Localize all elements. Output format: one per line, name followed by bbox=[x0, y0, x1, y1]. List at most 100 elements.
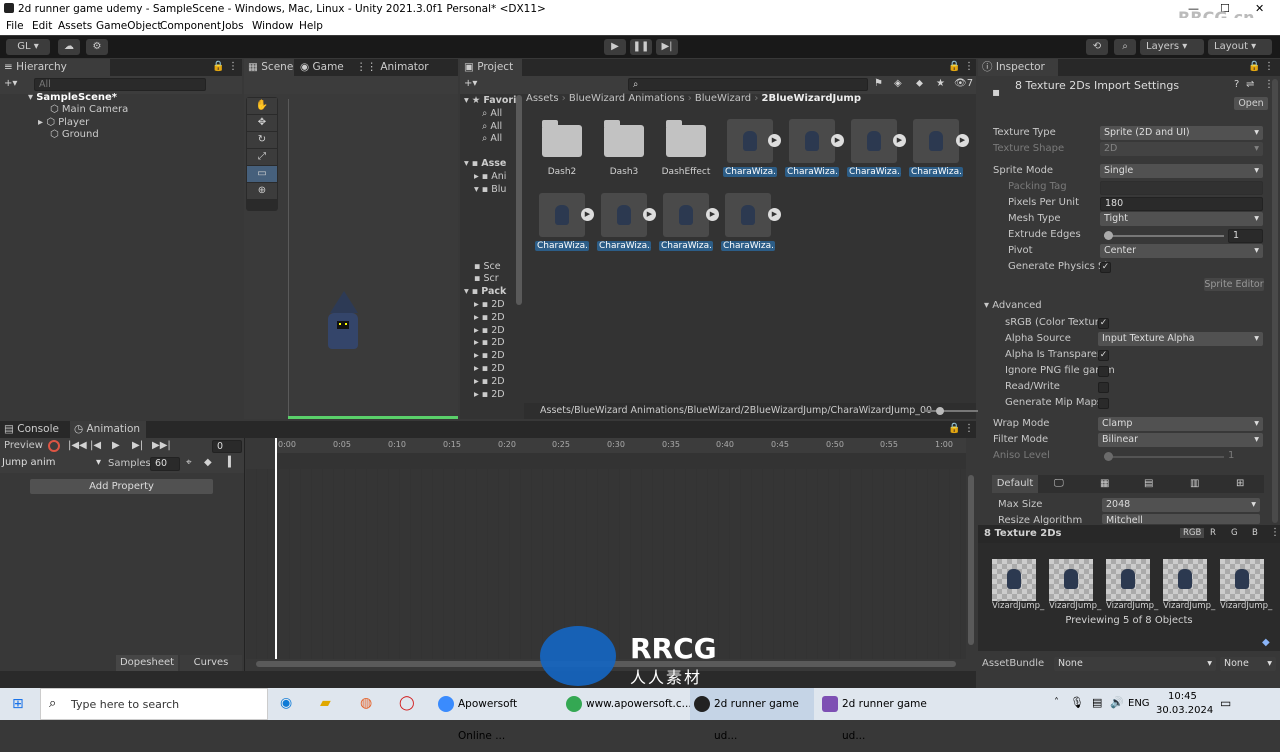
tree-item[interactable]: ▸ ▪ 2D bbox=[464, 337, 522, 350]
resize-algorithm-dropdown[interactable]: Mitchell bbox=[1102, 514, 1260, 524]
windows-start-icon[interactable]: ⊞ bbox=[12, 696, 24, 712]
folder-item[interactable]: Dash3 bbox=[597, 120, 651, 177]
tree-favorites[interactable]: ▾ ★ Favori bbox=[464, 95, 522, 108]
menu-help[interactable]: Help bbox=[299, 20, 323, 32]
ignore-png-gamma-checkbox[interactable] bbox=[1098, 366, 1109, 377]
dedicated-server-icon[interactable]: ▥ bbox=[1190, 478, 1199, 489]
add-property-button[interactable]: Add Property bbox=[30, 479, 213, 494]
preview-thumb[interactable]: VizardJump_ bbox=[1049, 559, 1101, 611]
hierarchy-item-main-camera[interactable]: ⬡ Main Camera bbox=[50, 104, 128, 115]
layout-dropdown[interactable]: Layout ▾ bbox=[1208, 39, 1272, 55]
hierarchy-search-input[interactable]: All bbox=[34, 78, 206, 91]
tree-assets[interactable]: ▾ ▪ Asse bbox=[464, 158, 522, 171]
playhead[interactable] bbox=[275, 438, 277, 659]
notifications-icon[interactable]: ▭ bbox=[1220, 696, 1231, 710]
tree-item[interactable]: ▸ ▪ 2D bbox=[464, 325, 522, 338]
menu-jobs[interactable]: Jobs bbox=[222, 20, 244, 32]
prev-key-icon[interactable]: |◀ bbox=[90, 440, 101, 451]
tree-item[interactable]: ▸ ▪ Ani bbox=[464, 171, 522, 184]
filter-label-icon[interactable]: ◈ bbox=[894, 78, 902, 89]
samples-input[interactable]: 60 bbox=[150, 457, 180, 471]
preview-thumb[interactable]: VizardJump_ bbox=[992, 559, 1044, 611]
cloud-icon[interactable]: ☁ bbox=[58, 39, 80, 55]
vertical-scrollbar[interactable] bbox=[968, 475, 974, 645]
tree-item[interactable]: ▸ ▪ 2D bbox=[464, 363, 522, 376]
tab-hierarchy[interactable]: ≡ Hierarchy bbox=[0, 59, 110, 76]
extrude-slider[interactable] bbox=[1104, 235, 1224, 237]
play-anim-button[interactable]: ▶ bbox=[112, 440, 120, 451]
collab-icon[interactable]: ⚙ bbox=[86, 39, 108, 55]
clock-time[interactable]: 10:45 bbox=[1168, 691, 1197, 702]
rotate-tool-icon[interactable]: ↻ bbox=[247, 132, 277, 148]
open-button[interactable]: Open bbox=[1234, 97, 1268, 110]
menu-assets[interactable]: Assets bbox=[58, 20, 92, 32]
play-anim-icon[interactable]: ▶ bbox=[768, 134, 781, 147]
play-anim-icon[interactable]: ▶ bbox=[768, 208, 781, 221]
assetbundle-dropdown[interactable]: None ▾ bbox=[1054, 657, 1216, 671]
sprite-asset[interactable]: CharaWiza... bbox=[597, 193, 651, 251]
tab-animation[interactable]: ◷ Animation bbox=[70, 421, 146, 438]
channel-r[interactable]: R bbox=[1210, 528, 1216, 538]
pixels-per-unit-input[interactable]: 180 bbox=[1100, 197, 1263, 211]
channel-rgb[interactable]: RGB bbox=[1180, 528, 1205, 538]
menu-kebab-icon[interactable]: ⋮ bbox=[228, 61, 238, 72]
tree-scrollbar[interactable] bbox=[516, 95, 522, 305]
sprite-asset[interactable]: CharaWiza... bbox=[847, 119, 901, 177]
tree-item[interactable]: ▸ ▪ 2D bbox=[464, 389, 522, 402]
more-icon[interactable]: ⋮ bbox=[1270, 527, 1280, 538]
pause-button[interactable]: ❚❚ bbox=[630, 39, 652, 55]
opera-icon[interactable]: ◯ bbox=[399, 695, 415, 711]
tree-item[interactable]: ⌕ All bbox=[464, 121, 522, 134]
tree-item[interactable]: ▾ ▪ Blu bbox=[464, 184, 522, 197]
tree-item[interactable]: ▪ Sce bbox=[464, 261, 522, 274]
taskbar-search-input[interactable]: ⌕ Type here to search bbox=[40, 688, 268, 720]
curves-tab[interactable]: Curves bbox=[180, 655, 242, 671]
play-anim-icon[interactable]: ▶ bbox=[956, 134, 969, 147]
pivot-dropdown[interactable]: Center ▾ bbox=[1100, 244, 1263, 258]
sprite-asset[interactable]: CharaWiza... bbox=[785, 119, 839, 177]
add-icon[interactable]: +▾ bbox=[4, 78, 17, 89]
inspector-scrollbar[interactable] bbox=[1272, 79, 1278, 523]
slider-handle[interactable] bbox=[936, 407, 944, 415]
tab-default-platform[interactable]: Default bbox=[992, 475, 1038, 493]
tab-scene[interactable]: ▦ Scene bbox=[244, 59, 294, 76]
add-icon[interactable]: +▾ bbox=[464, 78, 477, 89]
record-icon[interactable] bbox=[48, 440, 60, 452]
first-key-icon[interactable]: |◀◀ bbox=[68, 440, 87, 451]
help-icon[interactable]: ? bbox=[1234, 79, 1239, 90]
filter-type-icon[interactable]: ⚑ bbox=[874, 78, 883, 89]
max-size-dropdown[interactable]: 2048 ▾ bbox=[1102, 498, 1260, 512]
server-icon[interactable]: ▤ bbox=[1144, 478, 1153, 489]
hierarchy-item-ground[interactable]: ⬡ Ground bbox=[50, 129, 99, 140]
tree-item[interactable]: ▸ ▪ 2D bbox=[464, 376, 522, 389]
menu-kebab-icon[interactable]: ⋮ bbox=[964, 61, 974, 72]
menu-file[interactable]: File bbox=[6, 20, 24, 32]
preview-thumb[interactable]: VizardJump_ bbox=[1106, 559, 1158, 611]
frame-input[interactable]: 0 bbox=[212, 440, 242, 453]
timeline-ruler[interactable]: 0:00 0:05 0:10 0:15 0:20 0:25 0:30 0:35 … bbox=[276, 438, 966, 453]
scale-tool-icon[interactable]: ⤢ bbox=[247, 149, 277, 165]
add-keyframe-icon[interactable]: ⌖ bbox=[186, 457, 192, 468]
texture-type-dropdown[interactable]: Sprite (2D and UI) ▾ bbox=[1100, 126, 1263, 140]
lock-icon[interactable]: 🔒 bbox=[212, 61, 224, 72]
extrude-edges-input[interactable]: 1 bbox=[1228, 229, 1263, 243]
player-sprite[interactable] bbox=[328, 291, 360, 355]
tree-item[interactable]: ⌕ All bbox=[464, 108, 522, 121]
tray-arrow-icon[interactable]: ˄ bbox=[1054, 697, 1059, 708]
history-icon[interactable]: ⟲ bbox=[1086, 39, 1108, 55]
sprite-mode-dropdown[interactable]: Single ▾ bbox=[1100, 164, 1263, 178]
advanced-foldout[interactable]: ▾ Advanced bbox=[984, 300, 1042, 311]
preview-thumb[interactable]: VizardJump_ bbox=[1163, 559, 1215, 611]
lock-icon[interactable]: 🔒 bbox=[1248, 61, 1260, 72]
tree-item[interactable]: ▸ ▪ 2D bbox=[464, 299, 522, 312]
menu-edit[interactable]: Edit bbox=[32, 20, 52, 32]
last-key-icon[interactable]: ▶▶| bbox=[152, 440, 171, 451]
breadcrumb-item[interactable]: 2BlueWizardJump bbox=[762, 93, 861, 104]
volume-icon[interactable]: 🔊 bbox=[1110, 696, 1124, 709]
project-search-input[interactable]: ⌕ bbox=[628, 78, 868, 91]
event-track[interactable] bbox=[276, 453, 966, 469]
tab-project[interactable]: ▣ Project bbox=[460, 59, 522, 76]
srgb-checkbox[interactable]: ✓ bbox=[1098, 318, 1109, 329]
search-icon[interactable]: ⌕ bbox=[1114, 39, 1136, 55]
close-icon[interactable]: ✕ bbox=[1255, 2, 1264, 15]
